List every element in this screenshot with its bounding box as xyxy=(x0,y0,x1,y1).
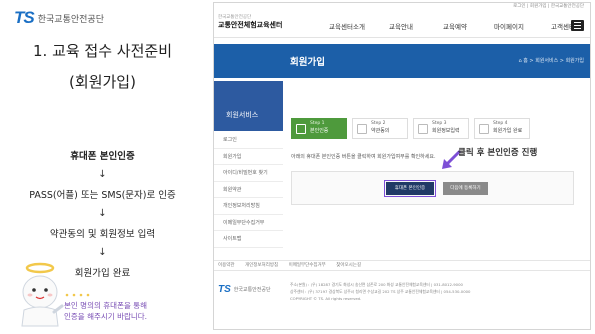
footer-address-2: 상주센터 : (우) 37197 경상북도 상주시 청리면 수상교길 202 T… xyxy=(290,289,471,294)
footer-copyright: COPYRIGHT © TS. All rights reserved. xyxy=(290,296,362,301)
logo-name: 한국교통안전공단 xyxy=(37,14,104,25)
down-arrow-icon: ↓ xyxy=(98,169,107,180)
flow-step-2: PASS(어플) 또는 SMS(문자)로 인증 xyxy=(29,190,176,201)
side-item-signup[interactable]: 회원가입 xyxy=(214,149,283,165)
page-title: 회원가입 xyxy=(290,57,325,68)
side-title-block: 회원서비스 xyxy=(214,81,283,131)
footer-address: 주소(본원) : (우) 18287 경기도 화성시 송산면 삼존로 200 화… xyxy=(290,281,586,302)
footer-address-1: 주소(본원) : (우) 18287 경기도 화성시 송산면 삼존로 200 화… xyxy=(290,282,463,287)
note-line-2: 인증을 해주시기 바랍니다. xyxy=(64,312,148,321)
footer-links: 이용약관 개인정보처리방침 이메일무단수집거부 찾아오시는길 xyxy=(214,260,590,271)
form-icon xyxy=(418,124,428,134)
register-later-button[interactable]: 다음에 등록하기 xyxy=(443,182,488,195)
main-menu: 교육센터소개 교육안내 교육예약 마이페이지 고객센터 xyxy=(320,21,590,31)
step-2-name: 약관동의 xyxy=(371,128,390,134)
down-arrow-icon: ↓ xyxy=(98,208,107,219)
step-3: Step 3 회원정보입력 xyxy=(413,118,469,139)
flow-step-3: 약관동의 및 회원정보 입력 xyxy=(49,229,156,240)
down-arrow-icon: ↓ xyxy=(98,247,107,258)
footer-link-email[interactable]: 이메일무단수집거부 xyxy=(289,263,326,268)
signup-steps: Step 1 본인인증 Step 2 약관동의 Step 3 회원정보입력 St… xyxy=(291,118,530,139)
footer-logo-mark: TS xyxy=(218,284,231,295)
breadcrumb: ⌂ 홈 > 회원서비스 > 회원가입 xyxy=(518,58,584,64)
website-screenshot: 로그인 | 회원가입 | 한국교통안전공단 한국교통안전공단 교통안전체험교육센… xyxy=(213,2,591,330)
slide-subtitle: (회원가입) xyxy=(69,73,136,91)
footer-link-terms[interactable]: 이용약관 xyxy=(218,263,235,268)
menu-item-mypage[interactable]: 마이페이지 xyxy=(482,21,536,31)
side-nav: 로그인 회원가입 아이디/비밀번호 찾기 회원약관 개인정보처리방침 이메일무단… xyxy=(214,132,283,248)
side-item-find-account[interactable]: 아이디/비밀번호 찾기 xyxy=(214,165,283,182)
brand-name: 교통안전체험교육센터 xyxy=(218,21,283,29)
side-title: 회원서비스 xyxy=(226,111,259,119)
util-links[interactable]: 로그인 | 회원가입 | 한국교통안전공단 xyxy=(214,3,590,10)
step-1-num: Step 1 xyxy=(310,121,325,126)
slide: TS 한국교통안전공단 1. 교육 접수 사전준비 (회원가입) 휴대폰 본인인… xyxy=(0,0,595,334)
note-line-1: 본인 명의의 휴대폰을 통해 xyxy=(64,301,148,310)
side-item-login[interactable]: 로그인 xyxy=(214,132,283,149)
note-text: 본인 명의의 휴대폰을 통해 인증을 해주시기 바랍니다. xyxy=(64,300,147,322)
side-item-sitemap[interactable]: 사이트맵 xyxy=(214,231,283,248)
menu-item-reservation[interactable]: 교육예약 xyxy=(428,21,482,31)
phone-icon xyxy=(296,124,306,134)
mascot-illustration xyxy=(21,262,64,327)
flow-step-1: 휴대폰 본인인증 xyxy=(70,151,135,162)
side-item-privacy[interactable]: 개인정보처리방침 xyxy=(214,198,283,215)
phone-verify-button[interactable]: 휴대폰 본인인증 xyxy=(384,180,436,197)
hamburger-menu-icon[interactable] xyxy=(571,20,584,31)
slide-title: 1. 교육 접수 사전준비 xyxy=(32,42,173,60)
step-2-num: Step 2 xyxy=(371,121,386,126)
step-4: Step 4 회원가입 완료 xyxy=(474,118,530,139)
menu-item-about[interactable]: 교육센터소개 xyxy=(320,21,374,31)
callout-hint: 클릭 후 본인인증 진행 xyxy=(458,148,538,158)
step-1-name: 본인인증 xyxy=(310,128,329,134)
footer-logo: TS 한국교통안전공단 xyxy=(218,284,271,295)
check-icon xyxy=(479,124,489,134)
instruction-column: 1. 교육 접수 사전준비 (회원가입) 휴대폰 본인인증 ↓ PASS(어플)… xyxy=(0,40,205,279)
step-1: Step 1 본인인증 xyxy=(291,118,347,139)
document-icon xyxy=(357,124,367,134)
logo-mark: TS xyxy=(14,8,35,27)
menu-item-education[interactable]: 교육안내 xyxy=(374,21,428,31)
footer-link-privacy[interactable]: 개인정보처리방침 xyxy=(245,263,278,268)
verify-box: 휴대폰 본인인증 다음에 등록하기 xyxy=(291,171,574,205)
footer-link-directions[interactable]: 찾아오시는길 xyxy=(336,263,361,268)
step-2: Step 2 약관동의 xyxy=(352,118,408,139)
step-4-name: 회원가입 완료 xyxy=(493,128,523,134)
step-4-num: Step 4 xyxy=(493,121,508,126)
footer-logo-name: 한국교통안전공단 xyxy=(233,287,271,293)
site-header: 한국교통안전공단 교통안전체험교육센터 교육센터소개 교육안내 교육예약 마이페… xyxy=(214,10,590,38)
step-3-num: Step 3 xyxy=(432,121,447,126)
site-brand[interactable]: 한국교통안전공단 교통안전체험교육센터 xyxy=(218,14,282,30)
intro-text: 아래의 휴대폰 본인인증 버튼을 클릭하여 회원가입여부를 확인하세요. xyxy=(291,154,436,160)
page-banner: 회원가입 ⌂ 홈 > 회원서비스 > 회원가입 xyxy=(214,44,590,78)
side-item-email-policy[interactable]: 이메일무단수집거부 xyxy=(214,215,283,231)
step-3-name: 회원정보입력 xyxy=(432,128,460,134)
ts-logo: TS 한국교통안전공단 xyxy=(14,8,104,28)
sparkle-icon xyxy=(65,293,90,297)
side-item-terms[interactable]: 회원약관 xyxy=(214,182,283,198)
